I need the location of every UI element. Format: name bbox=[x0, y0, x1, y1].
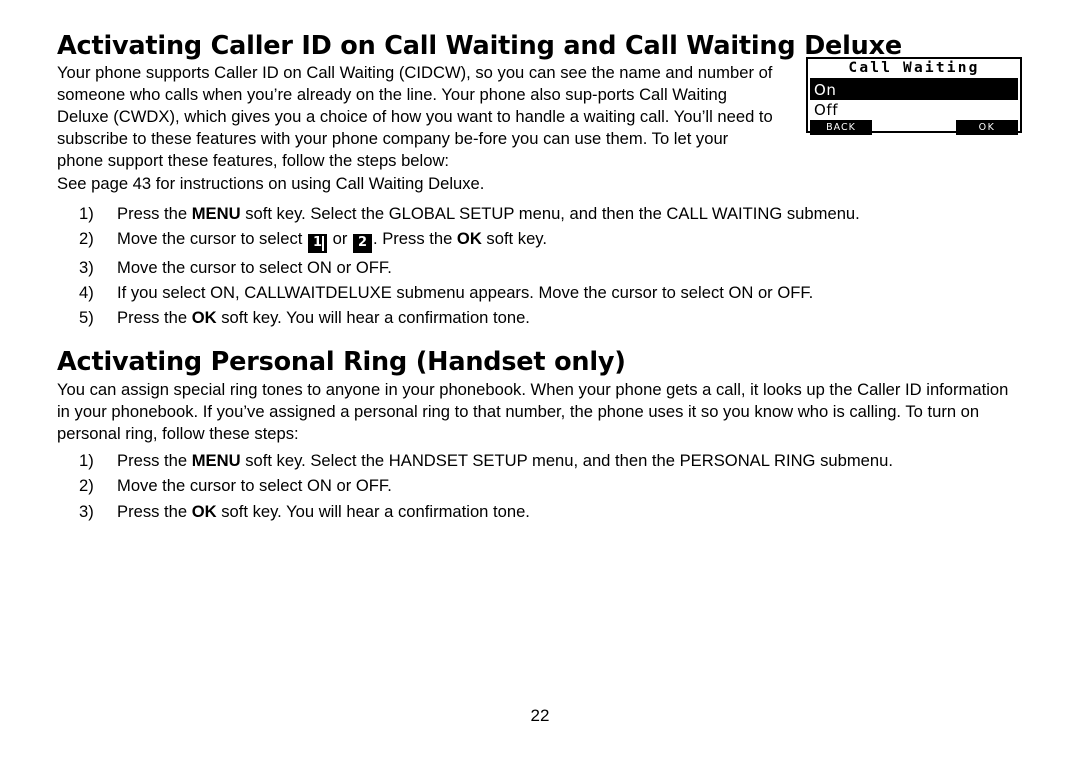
step-number: 3) bbox=[79, 257, 94, 277]
step-text-between: or bbox=[328, 229, 352, 249]
step-number: 1) bbox=[79, 204, 94, 223]
list-item: 4) If you select ON, CALLWAITDELUXE subm… bbox=[79, 282, 1039, 304]
list-item: 1) Press the MENU soft key. Select the H… bbox=[79, 450, 1039, 472]
section-title-personal-ring: Activating Personal Ring (Handset only) bbox=[57, 347, 626, 377]
lcd-screen-illustration: Call Waiting On Off BACK OK bbox=[806, 57, 1022, 135]
key-2-icon: 2 bbox=[352, 234, 372, 254]
manual-page: Activating Caller ID on Call Waiting and… bbox=[0, 0, 1080, 759]
list-item: 3) Press the OK soft key. You will hear … bbox=[79, 501, 1039, 523]
step-emphasis-ok: OK bbox=[191, 501, 217, 521]
step-text-pre: Press the bbox=[117, 308, 192, 328]
step-emphasis-ok: OK bbox=[456, 229, 482, 249]
list-item: 3) Move the cursor to select ON or OFF. bbox=[79, 257, 1039, 279]
step-text-mid: soft key. You will hear a confirmation t… bbox=[216, 501, 530, 521]
step-number: 4) bbox=[79, 282, 94, 302]
list-item: 1) Press the MENU soft key. Select the G… bbox=[79, 203, 1039, 225]
step-text-pre: Press the bbox=[117, 451, 192, 470]
step-text: Press the OK soft key. You will hear a c… bbox=[117, 307, 1039, 329]
section2-steps: 1) Press the MENU soft key. Select the H… bbox=[79, 450, 1039, 526]
step-text-mid: soft key. You will hear a confirmation t… bbox=[216, 308, 530, 328]
section2-paragraph-1: You can assign special ring tones to any… bbox=[57, 380, 1009, 444]
step-text: Press the OK soft key. You will hear a c… bbox=[117, 501, 1039, 523]
page-number: 22 bbox=[530, 706, 550, 725]
section1-paragraph-1: Your phone supports Caller ID on Call Wa… bbox=[57, 63, 773, 171]
step-text-mid: . Press the bbox=[372, 229, 457, 249]
section1-steps: 1) Press the MENU soft key. Select the G… bbox=[79, 203, 1039, 333]
lcd-softkey-back: BACK bbox=[810, 120, 872, 135]
lcd-option-off: Off bbox=[810, 100, 1018, 120]
lcd-softkey-bar: BACK OK bbox=[810, 120, 1018, 135]
list-item: 5) Press the OK soft key. You will hear … bbox=[79, 307, 1039, 329]
step-number: 2) bbox=[79, 229, 94, 249]
step-text-pre: Move the cursor to select bbox=[117, 229, 307, 249]
step-text: Press the MENU soft key. Select the HAND… bbox=[117, 450, 1039, 472]
step-number: 2) bbox=[79, 476, 94, 496]
step-text-pre: Press the bbox=[117, 501, 192, 521]
step-number: 3) bbox=[79, 501, 94, 521]
step-number: 1) bbox=[79, 451, 94, 470]
step-text: Move the cursor to select ON or OFF. bbox=[117, 476, 392, 496]
step-emphasis-menu: MENU bbox=[191, 204, 241, 223]
lcd-title: Call Waiting bbox=[848, 60, 980, 76]
key-1-label: 1 bbox=[312, 235, 323, 251]
list-item: 2) Move the cursor to select 1 or 2 . Pre… bbox=[79, 228, 1039, 254]
step-number: 5) bbox=[79, 308, 94, 328]
key-2-label: 2 bbox=[357, 235, 367, 251]
section-title-call-waiting: Activating Caller ID on Call Waiting and… bbox=[57, 31, 902, 61]
step-text: Move the cursor to select ON or OFF. bbox=[117, 257, 392, 277]
section1-paragraph-2: See page 43 for instructions on using Ca… bbox=[57, 174, 485, 193]
key-1-icon: 1 bbox=[308, 234, 327, 254]
list-item: 2) Move the cursor to select ON or OFF. bbox=[79, 475, 1039, 497]
lcd-softkey-ok: OK bbox=[956, 120, 1018, 135]
step-text: Move the cursor to select 1 or 2 . Press … bbox=[117, 228, 1039, 254]
step-emphasis-ok: OK bbox=[191, 308, 217, 328]
step-emphasis-menu: MENU bbox=[191, 451, 241, 470]
step-text-pre: Press the bbox=[117, 204, 192, 223]
step-text: Press the MENU soft key. Select the GLOB… bbox=[117, 203, 1039, 225]
step-text-mid: soft key. Select the HANDSET SETUP menu,… bbox=[240, 451, 893, 470]
step-text-mid: soft key. Select the GLOBAL SETUP menu, … bbox=[240, 204, 860, 223]
step-text: If you select ON, CALLWAITDELUXE submenu… bbox=[117, 282, 814, 302]
lcd-option-on: On bbox=[810, 80, 1018, 100]
step-text-post: soft key. bbox=[481, 229, 547, 249]
